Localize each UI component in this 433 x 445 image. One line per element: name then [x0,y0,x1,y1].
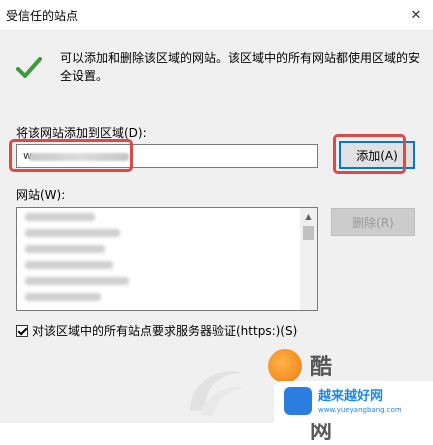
info-text: 可以添加和删除该区域的网站。该区域中的所有网站都使用区域的安全设置。 [60,51,421,83]
remove-button-label: 删除(R) [352,215,394,230]
https-checkbox-label: 对该区域中的所有站点要求服务器验证(https:)(S) [32,324,298,338]
list-item[interactable] [25,258,317,272]
add-button-highlight [333,134,406,174]
sites-label: 网站(W): [16,188,66,202]
list-item[interactable] [25,210,317,224]
watermark-logo-icon [268,349,302,383]
watermark-badge-url: www.yueyangbang.com [318,406,402,414]
input-highlight [9,139,133,172]
close-icon: ✕ [410,7,422,23]
remove-button[interactable]: 删除(R) [331,208,415,236]
list-scrollbar[interactable]: ▲ [300,208,317,310]
watermark-swoosh-icon [190,371,244,417]
https-requirement-option[interactable]: 对该区域中的所有站点要求服务器验证(https:)(S) [16,322,297,339]
checkmark-icon [16,57,42,78]
list-item[interactable] [25,226,317,240]
watermark-badge-title: 越来越好网 [318,389,384,404]
watermark-badge: 越来越好网 www.yueyangbang.com [274,381,433,423]
list-item[interactable] [25,242,317,256]
title-bar: 受信任的站点 ✕ [0,0,433,31]
scroll-thumb[interactable] [303,226,314,240]
window-title: 受信任的站点 [6,9,79,23]
scroll-up-icon[interactable]: ▲ [300,208,317,224]
close-button[interactable]: ✕ [399,0,433,30]
list-item[interactable] [25,290,317,304]
sites-list[interactable]: ▲ [16,207,318,311]
wifi-badge-icon [284,387,312,415]
dialog-body: 可以添加和删除该区域的网站。该区域中的所有网站都使用区域的安全设置。 将该网站添… [0,31,433,444]
https-checkbox[interactable] [16,324,28,337]
list-item[interactable] [25,274,317,288]
